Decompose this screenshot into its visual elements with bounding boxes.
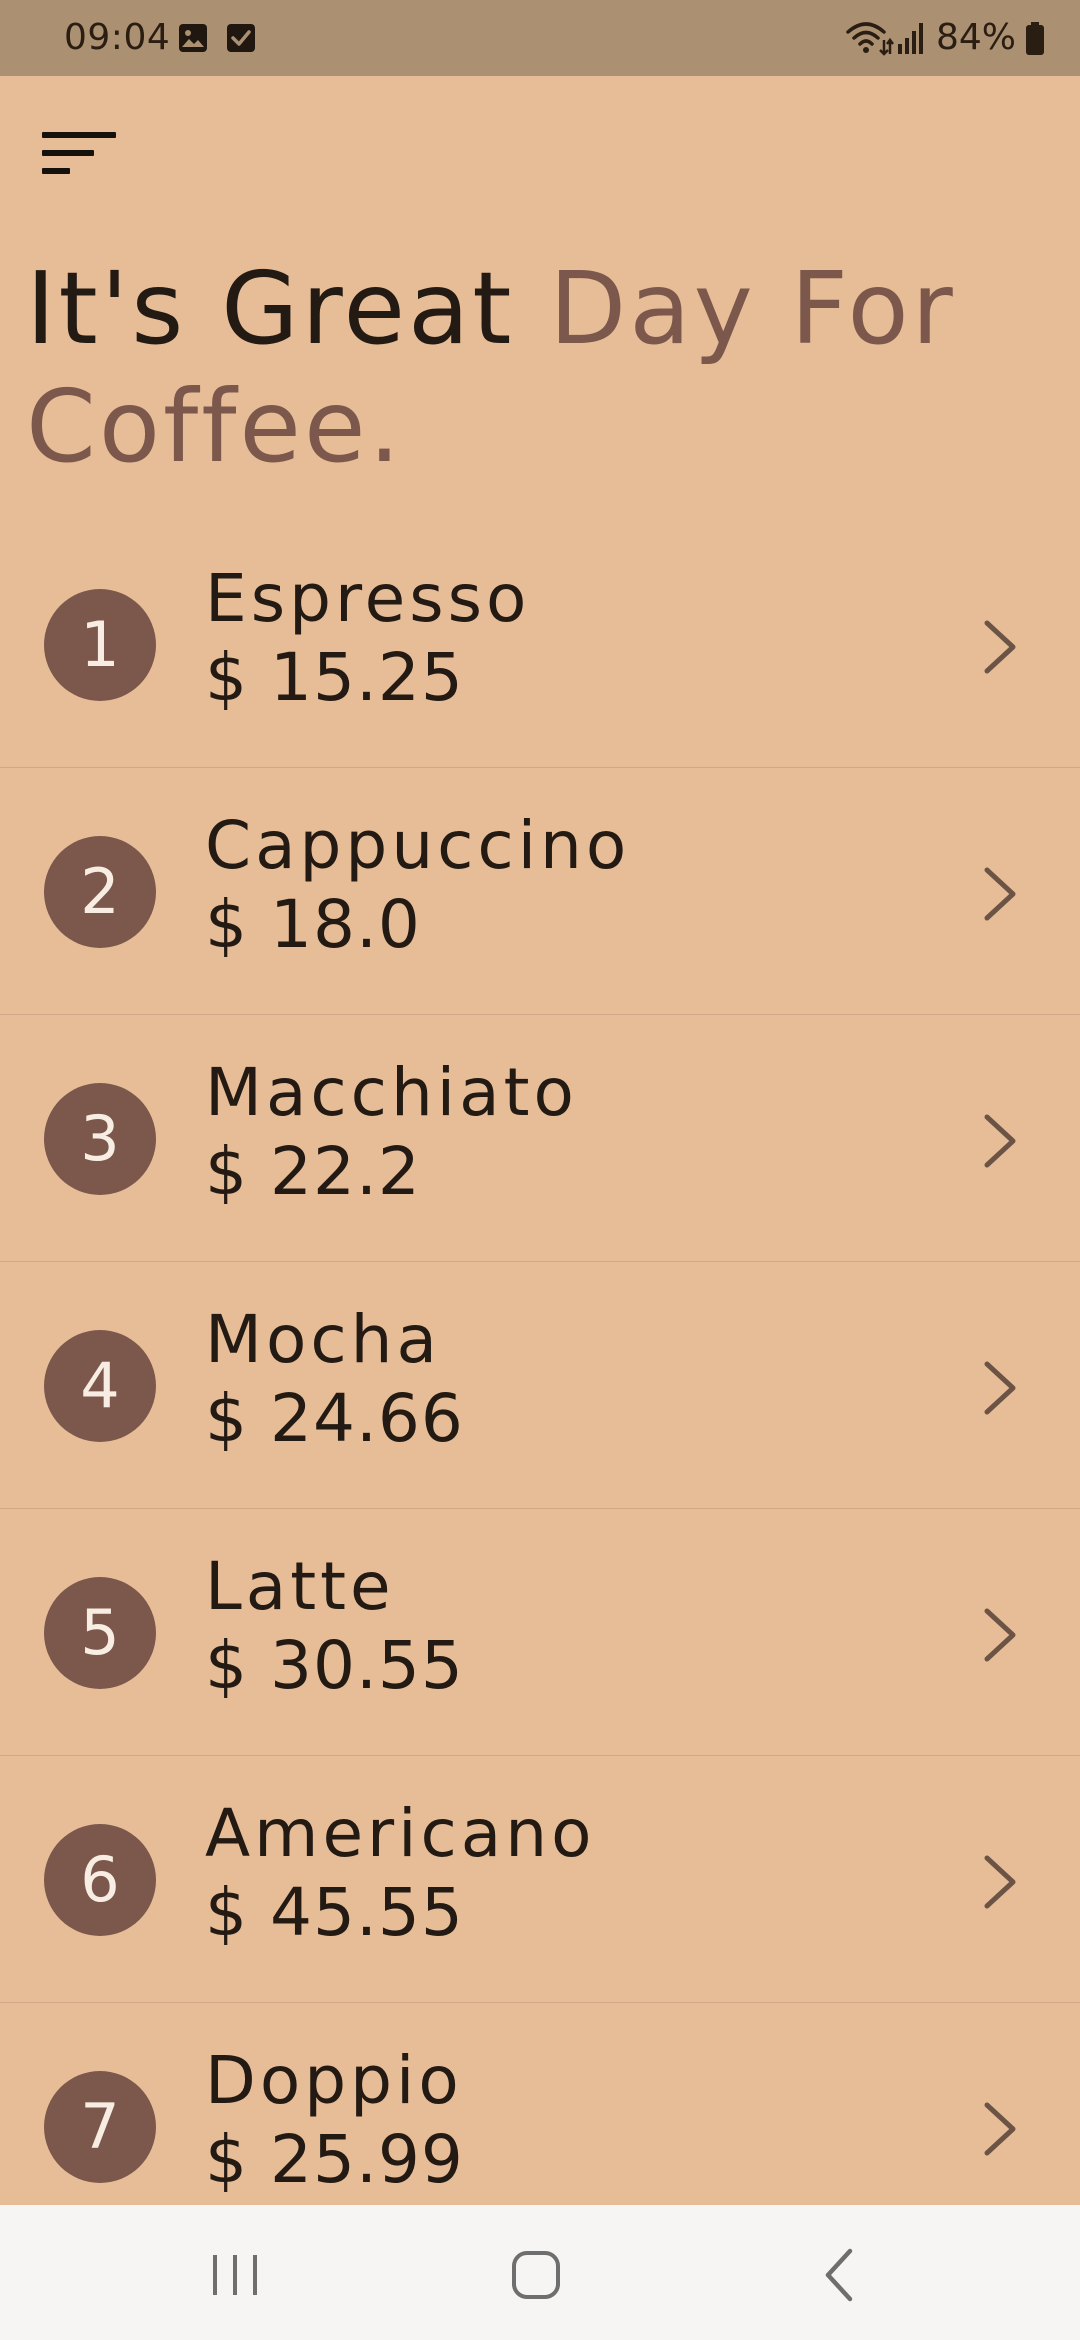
- chevron-right-icon: [984, 1608, 1016, 1662]
- list-item[interactable]: 2 Cappuccino $ 18.0: [0, 768, 1080, 1015]
- status-bar: 09:04 84%: [0, 0, 1080, 76]
- chevron-right-icon: [984, 1855, 1016, 1909]
- chevron-right-icon: [984, 2102, 1016, 2156]
- back-icon[interactable]: [800, 2235, 880, 2315]
- item-price: $ 22.2: [205, 1133, 421, 1210]
- item-number-badge: 1: [44, 589, 156, 701]
- list-item[interactable]: 6 Americano $ 45.55: [0, 1756, 1080, 2003]
- battery-percentage: 84%: [935, 17, 1016, 58]
- item-price: $ 18.0: [205, 886, 421, 963]
- status-time: 09:04: [64, 17, 171, 58]
- item-price: $ 30.55: [205, 1627, 464, 1704]
- item-number-badge: 4: [44, 1330, 156, 1442]
- list-item[interactable]: 4 Mocha $ 24.66: [0, 1262, 1080, 1509]
- item-price: $ 24.66: [205, 1380, 464, 1457]
- wifi-icon: [846, 22, 894, 56]
- image-icon: [179, 24, 207, 52]
- item-name: Latte: [205, 1548, 395, 1625]
- list-item[interactable]: 3 Macchiato $ 22.2: [0, 1015, 1080, 1262]
- item-price: $ 25.99: [205, 2121, 464, 2198]
- battery-icon: [1026, 22, 1044, 55]
- recent-apps-icon[interactable]: [195, 2235, 275, 2315]
- item-name: Americano: [205, 1795, 596, 1872]
- item-number-badge: 6: [44, 1824, 156, 1936]
- headline-part-1: It's Great: [26, 250, 515, 367]
- item-number-badge: 2: [44, 836, 156, 948]
- list-item[interactable]: 1 Espresso $ 15.25: [0, 521, 1080, 768]
- item-name: Macchiato: [205, 1054, 578, 1131]
- page-title: It's Great Day For Coffee.: [26, 250, 1056, 486]
- item-name: Doppio: [205, 2042, 463, 2119]
- item-name: Mocha: [205, 1301, 441, 1378]
- item-name: Espresso: [205, 560, 531, 637]
- coffee-list: 1 Espresso $ 15.25 2 Cappuccino $ 18.0 3…: [0, 521, 1080, 2250]
- list-item[interactable]: 5 Latte $ 30.55: [0, 1509, 1080, 1756]
- checkbox-icon: [227, 24, 255, 52]
- status-right: 84%: [844, 18, 1046, 58]
- home-icon[interactable]: [496, 2235, 576, 2315]
- signal-icon: [897, 23, 923, 54]
- item-name: Cappuccino: [205, 807, 631, 884]
- chevron-right-icon: [984, 1114, 1016, 1168]
- chevron-right-icon: [984, 620, 1016, 674]
- item-number-badge: 5: [44, 1577, 156, 1689]
- chevron-right-icon: [984, 867, 1016, 921]
- item-price: $ 45.55: [205, 1874, 464, 1951]
- system-nav-bar: [0, 2205, 1080, 2340]
- item-number-badge: 7: [44, 2071, 156, 2183]
- item-price: $ 15.25: [205, 639, 464, 716]
- chevron-right-icon: [984, 1361, 1016, 1415]
- menu-button[interactable]: [38, 126, 120, 186]
- item-number-badge: 3: [44, 1083, 156, 1195]
